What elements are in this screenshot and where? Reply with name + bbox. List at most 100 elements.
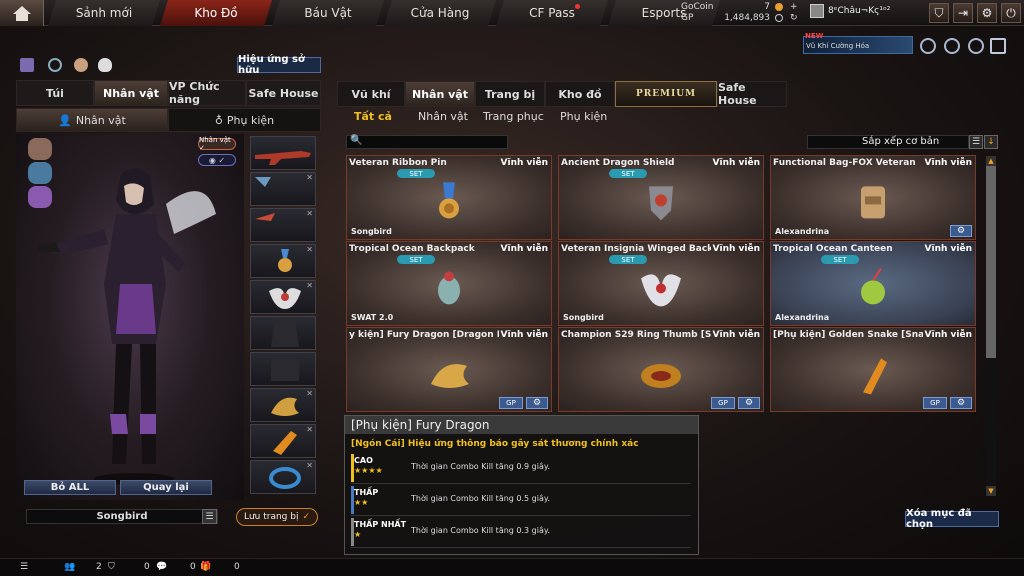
slot-weapon[interactable] [250, 136, 316, 170]
nav-tab-lobby[interactable]: Sảnh mới [48, 0, 160, 26]
slot-6[interactable] [250, 316, 316, 350]
sort-order-icon[interactable]: ↓ [984, 135, 998, 149]
item-card[interactable]: Champion S29 Ring Thumb [Snake] Vĩnh viễ… [558, 327, 764, 412]
settings-icon[interactable]: ⚙ [977, 3, 997, 23]
item-card[interactable]: Tropical Ocean Backpack Vĩnh viễn SET SW… [346, 241, 552, 326]
slot-10[interactable]: ✕ [250, 460, 316, 494]
refresh-gp-button[interactable]: GP [711, 397, 735, 409]
tab-functional[interactable]: VP Chức năng [168, 80, 246, 106]
remove-icon[interactable]: ✕ [306, 245, 313, 254]
tab-safe-house[interactable]: Safe House [246, 80, 321, 106]
item-card[interactable]: Tropical Ocean Canteen Vĩnh viễn SET Ale… [770, 241, 976, 326]
nav-tab-shop[interactable]: Cửa Hàng [384, 0, 496, 26]
tab-characters[interactable]: Nhân vật [405, 81, 475, 107]
nav-tab-inventory[interactable]: Kho Đồ [160, 0, 272, 26]
remove-icon[interactable]: ✕ [306, 281, 313, 290]
power-icon[interactable]: ⏻ [1001, 3, 1021, 23]
refresh-icon[interactable]: ↻ [790, 13, 800, 23]
remove-icon[interactable]: ✕ [306, 461, 313, 470]
pet-icon[interactable] [98, 58, 112, 72]
gocoin-label: GoCoin [681, 2, 714, 12]
event-icon[interactable] [920, 38, 936, 54]
chat-icon[interactable]: 💬 [156, 562, 167, 572]
search-input[interactable]: 🔍 [346, 135, 508, 149]
sort-dropdown[interactable]: Sắp xếp cơ bản [807, 135, 969, 149]
scroll-up-icon[interactable]: ▲ [986, 156, 996, 166]
remove-icon[interactable]: ✕ [306, 425, 313, 434]
clan-icon[interactable] [944, 38, 960, 54]
list-icon[interactable]: ☰ [20, 562, 28, 572]
settings-icon[interactable]: ⚙ [526, 397, 548, 409]
tab-premium[interactable]: PREMIUM [615, 81, 717, 107]
gift-box-icon[interactable]: 🎁 [200, 562, 211, 572]
delete-selected-button[interactable]: Xóa mục đã chọn [905, 508, 999, 530]
slot-3[interactable]: ✕ [250, 208, 316, 242]
tab-equipment[interactable]: Trang bị [475, 81, 545, 107]
slot-2[interactable]: ✕ [250, 172, 316, 206]
clan-shield-icon[interactable]: ⛉ [108, 562, 115, 572]
tab-safe-house-right[interactable]: Safe House [717, 81, 787, 107]
filter-costume[interactable]: Trang phục [483, 110, 544, 123]
item-card[interactable]: Functional Bag-FOX Veteran Vĩnh viễn Ale… [770, 155, 976, 240]
vip-icon[interactable] [990, 38, 1006, 54]
settings-icon[interactable]: ⚙ [738, 397, 760, 409]
promo-banner[interactable]: NEW Vũ Khí Cường Hóa [803, 32, 913, 54]
subtab-accessory[interactable]: ♁ Phụ kiện [168, 108, 321, 132]
shield-icon[interactable]: ⛉ [929, 3, 949, 23]
nav-tab-treasure[interactable]: Báu Vật [272, 0, 384, 26]
tab-bag[interactable]: Túi [16, 80, 94, 106]
slot-5[interactable]: ✕ [250, 280, 316, 314]
rotate-icon[interactable] [48, 58, 62, 72]
slot-7[interactable] [250, 352, 316, 386]
exit-icon[interactable]: ⇥ [953, 3, 973, 23]
slot-8[interactable]: ✕ [250, 388, 316, 422]
save-outfit-button[interactable]: Lưu trang bị ✓ [236, 508, 318, 526]
home-button[interactable] [0, 0, 44, 26]
refresh-gp-button[interactable]: GP [499, 397, 523, 409]
item-card[interactable]: Ancient Dragon Shield Vĩnh viễn SET [558, 155, 764, 240]
refresh-gp-button[interactable]: GP [923, 397, 947, 409]
filter-character[interactable]: Nhân vật [418, 110, 468, 123]
tier-effect: Thời gian Combo Kill tăng 0.3 giây. [411, 526, 551, 535]
sort-menu-icon[interactable]: ☰ [969, 135, 983, 149]
back-button[interactable]: Quay lại [120, 480, 212, 495]
remove-all-button[interactable]: Bỏ ALL [24, 480, 116, 495]
slot-9[interactable]: ✕ [250, 424, 316, 458]
menu-icon[interactable]: ☰ [202, 509, 217, 524]
friends-icon[interactable]: 👥 [64, 562, 75, 572]
remove-icon[interactable]: ✕ [306, 209, 313, 218]
scrollbar-thumb[interactable] [986, 166, 996, 358]
settings-icon[interactable]: ⚙ [950, 397, 972, 409]
filter-all[interactable]: Tất cả [354, 110, 392, 123]
emote-icon[interactable] [74, 58, 88, 72]
gift-icon[interactable] [20, 58, 34, 72]
tab-weapons[interactable]: Vũ khí [337, 81, 405, 107]
vest-icon [271, 319, 299, 347]
remove-icon[interactable]: ✕ [306, 389, 313, 398]
trophy-icon[interactable] [28, 162, 52, 184]
character-toggle-badge[interactable]: Nhân vật ✓ [198, 136, 236, 152]
item-card[interactable]: [Phụ kiện] Golden Snake [Snake] Vĩnh viễ… [770, 327, 976, 412]
remove-icon[interactable]: ✕ [306, 173, 313, 182]
tab-storage[interactable]: Kho đồ [545, 81, 615, 107]
item-name: Veteran Ribbon Pin [349, 158, 447, 168]
item-card[interactable]: Veteran Insignia Winged Backpack Vĩnh vi… [558, 241, 764, 326]
visibility-toggle-badge[interactable]: ◉ ✓ [198, 154, 236, 166]
add-icon[interactable]: + [790, 2, 800, 12]
scroll-down-icon[interactable]: ▼ [986, 486, 996, 496]
slot-4[interactable]: ✕ [250, 244, 316, 278]
badge-icon[interactable] [28, 186, 52, 208]
snake-ring-icon [641, 363, 681, 388]
wolf-icon[interactable] [28, 138, 52, 160]
item-card[interactable]: y kiện] Fury Dragon [Dragon Fury] Vĩnh v… [346, 327, 552, 412]
mission-icon[interactable] [968, 38, 984, 54]
owned-effects-button[interactable]: Hiệu ứng sở hữu [237, 54, 321, 76]
item-card[interactable]: Veteran Ribbon Pin Vĩnh viễn SET Songbir… [346, 155, 552, 240]
subtab-character[interactable]: 👤 Nhân vật [16, 108, 168, 132]
settings-icon[interactable]: ⚙ [950, 225, 972, 237]
tab-character[interactable]: Nhân vật [94, 80, 168, 106]
clan-count: 0 [144, 562, 150, 572]
filter-accessory[interactable]: Phụ kiện [560, 110, 607, 123]
nav-tab-cfpass[interactable]: CF Pass [496, 0, 608, 26]
character-name-field[interactable]: Songbird [26, 509, 218, 524]
